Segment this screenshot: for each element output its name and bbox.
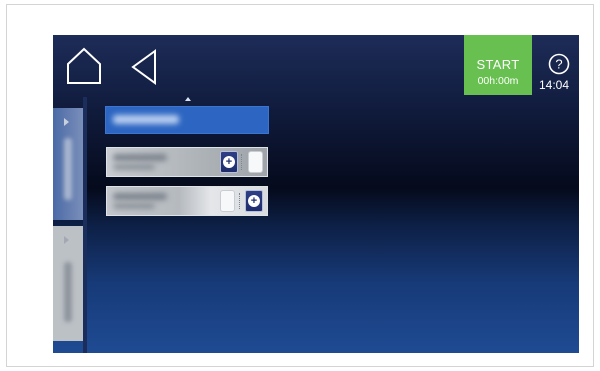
back-triangle-icon: [131, 49, 156, 85]
item-title-label: [113, 115, 179, 124]
start-button[interactable]: START 00h:00m: [464, 35, 532, 95]
divider: [241, 154, 244, 170]
list-item[interactable]: +: [106, 147, 268, 177]
chevron-right-icon: [64, 118, 69, 126]
plus-circle-icon: +: [223, 156, 235, 168]
toggle-switch[interactable]: [220, 190, 235, 212]
plus-circle-icon: +: [248, 195, 260, 207]
clock: 14:04: [539, 78, 570, 92]
question-circle-icon: ?: [548, 53, 570, 75]
home-icon: [67, 47, 101, 84]
top-bar: START 00h:00m ? 14:04: [53, 35, 579, 97]
item-title-bar[interactable]: [105, 106, 269, 134]
sidebar-tab-label: [64, 138, 72, 200]
divider: [239, 193, 242, 209]
sidebar-divider: [83, 97, 87, 353]
list-item[interactable]: +: [106, 186, 268, 216]
item-label: [113, 193, 167, 200]
run-timer: 00h:00m: [477, 75, 519, 87]
device-frame: START 00h:00m ? 14:04 + +: [6, 4, 594, 367]
home-button[interactable]: [65, 47, 103, 85]
sidebar-tab-label: [64, 262, 72, 322]
start-label: START: [476, 57, 520, 72]
item-label: [113, 154, 167, 161]
chevron-right-icon: [64, 236, 69, 244]
toggle-switch[interactable]: [248, 151, 263, 173]
svg-text:?: ?: [555, 57, 562, 72]
back-button[interactable]: [129, 49, 159, 85]
item-sublabel: [113, 164, 155, 170]
sidebar-tab-2[interactable]: [53, 226, 83, 341]
add-button[interactable]: +: [220, 151, 238, 173]
sidebar-tab-1[interactable]: [53, 108, 83, 220]
help-button[interactable]: ?: [548, 53, 570, 75]
add-button[interactable]: +: [245, 190, 263, 212]
touch-screen: START 00h:00m ? 14:04 + +: [53, 35, 579, 353]
scroll-up-indicator: [185, 97, 191, 101]
item-sublabel: [113, 203, 155, 209]
